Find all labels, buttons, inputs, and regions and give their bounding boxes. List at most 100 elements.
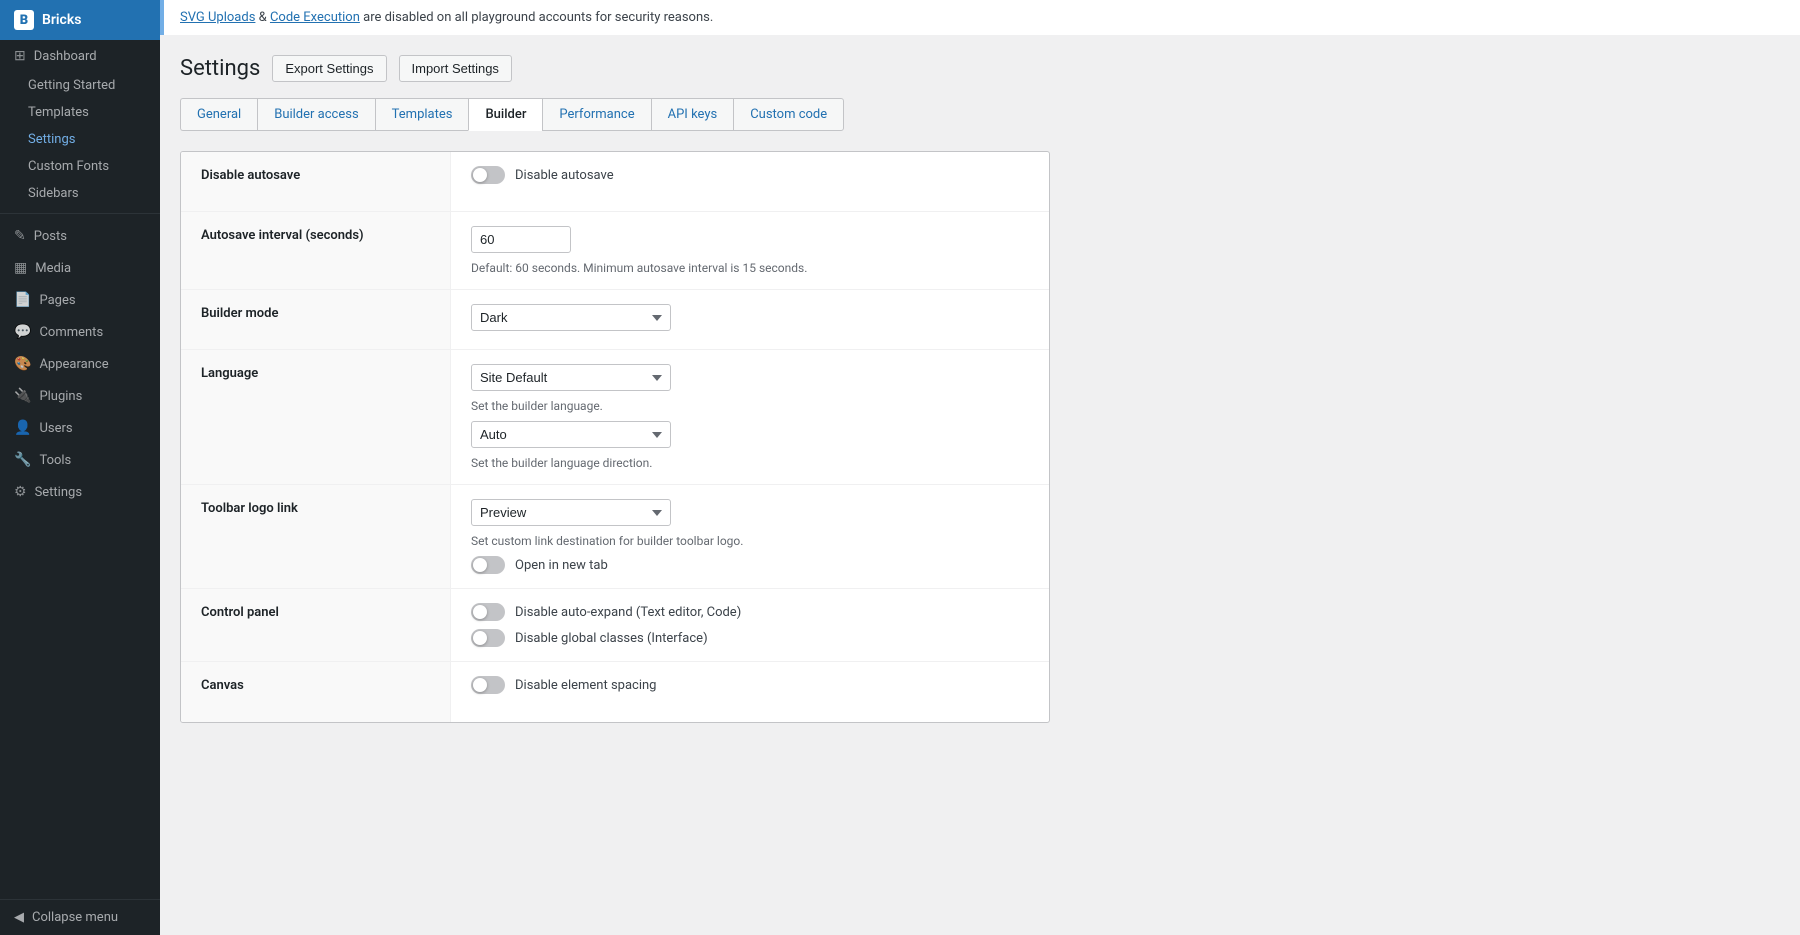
tab-api-keys[interactable]: API keys [651, 98, 734, 131]
tab-builder[interactable]: Builder [468, 98, 542, 131]
sidebar-item-appearance[interactable]: 🎨 Appearance [0, 348, 160, 380]
sidebar-item-label: Posts [34, 229, 67, 244]
sidebar-logo[interactable]: B Bricks [0, 0, 160, 40]
sidebar-logo-text: Bricks [42, 12, 81, 28]
settings-row-language: Language Site Default English French Ger… [181, 350, 1049, 485]
sidebar-item-media[interactable]: ▦ Media [0, 252, 160, 284]
sidebar-item-sidebars[interactable]: Sidebars [0, 180, 160, 207]
settings-label-autosave-interval: Autosave interval (seconds) [181, 212, 451, 289]
notice-bar: SVG Uploads & Code Execution are disable… [160, 0, 1800, 35]
logo-icon: B [14, 10, 34, 30]
sidebar-item-label: Appearance [39, 357, 108, 372]
page-header: Settings Export Settings Import Settings [180, 55, 1780, 82]
disable-autosave-toggle-row: Disable autosave [471, 166, 1029, 184]
disable-auto-expand-toggle[interactable] [471, 603, 505, 621]
media-icon: ▦ [14, 260, 27, 276]
sidebar-item-label: Settings [35, 485, 82, 500]
builder-mode-select[interactable]: Dark Light Auto [471, 304, 671, 331]
disable-element-spacing-row: Disable element spacing [471, 676, 1029, 694]
sidebar-item-plugins[interactable]: 🔌 Plugins [0, 380, 160, 412]
disable-auto-expand-row: Disable auto-expand (Text editor, Code) [471, 603, 1029, 621]
sidebar-item-comments[interactable]: 💬 Comments [0, 316, 160, 348]
code-execution-link[interactable]: Code Execution [270, 10, 360, 25]
sidebar-item-custom-fonts[interactable]: Custom Fonts [0, 153, 160, 180]
settings-label-language: Language [181, 350, 451, 484]
import-settings-button[interactable]: Import Settings [399, 55, 512, 82]
page-title: Settings [180, 56, 260, 81]
appearance-icon: 🎨 [14, 356, 31, 372]
settings-label-control-panel: Control panel [181, 589, 451, 661]
sidebar-item-label: Plugins [39, 389, 82, 404]
settings-control-disable-autosave: Disable autosave [451, 152, 1049, 211]
autosave-interval-hint: Default: 60 seconds. Minimum autosave in… [471, 261, 1029, 275]
sidebar-item-label: Media [35, 261, 71, 276]
settings-icon: ⚙ [14, 484, 27, 500]
posts-icon: ✎ [14, 228, 26, 244]
disable-autosave-toggle[interactable] [471, 166, 505, 184]
settings-label-builder-mode: Builder mode [181, 290, 451, 349]
settings-control-canvas: Disable element spacing [451, 662, 1049, 722]
sidebar-item-tools[interactable]: 🔧 Tools [0, 444, 160, 476]
collapse-label: Collapse menu [32, 910, 118, 925]
collapse-menu-button[interactable]: ◀ Collapse menu [0, 899, 160, 935]
sidebar-item-label: Pages [39, 293, 75, 308]
tab-general[interactable]: General [180, 98, 257, 131]
open-in-new-tab-label: Open in new tab [515, 558, 608, 573]
settings-control-language: Site Default English French German Set t… [451, 350, 1049, 484]
pages-icon: 📄 [14, 292, 31, 308]
open-in-new-tab-row: Open in new tab [471, 556, 1029, 574]
settings-label-disable-autosave: Disable autosave [181, 152, 451, 211]
language-direction-select[interactable]: Auto LTR RTL [471, 421, 671, 448]
disable-element-spacing-toggle[interactable] [471, 676, 505, 694]
autosave-interval-input[interactable] [471, 226, 571, 253]
disable-element-spacing-label: Disable element spacing [515, 678, 656, 693]
sidebar-item-getting-started[interactable]: Getting Started [0, 72, 160, 99]
svg-uploads-link[interactable]: SVG Uploads [180, 10, 255, 25]
main-content: SVG Uploads & Code Execution are disable… [160, 0, 1800, 935]
notice-suffix-text: are disabled on all playground accounts … [363, 10, 713, 25]
settings-control-toolbar-logo-link: Preview Dashboard Custom URL Set custom … [451, 485, 1049, 588]
sidebar-item-dashboard[interactable]: ⊞ Dashboard [0, 40, 160, 72]
tab-custom-code[interactable]: Custom code [733, 98, 844, 131]
settings-label-canvas: Canvas [181, 662, 451, 722]
language-select[interactable]: Site Default English French German [471, 364, 671, 391]
tab-templates[interactable]: Templates [375, 98, 469, 131]
sidebar-item-label: Comments [39, 325, 103, 340]
toolbar-logo-link-select[interactable]: Preview Dashboard Custom URL [471, 499, 671, 526]
sidebar-item-posts[interactable]: ✎ Posts [0, 220, 160, 252]
tabs-bar: General Builder access Templates Builder… [180, 98, 1780, 131]
disable-global-classes-toggle[interactable] [471, 629, 505, 647]
sidebar-item-users[interactable]: 👤 Users [0, 412, 160, 444]
disable-autosave-label: Disable autosave [515, 168, 614, 183]
settings-row-builder-mode: Builder mode Dark Light Auto [181, 290, 1049, 350]
language-hint: Set the builder language. [471, 399, 1029, 413]
settings-control-control-panel: Disable auto-expand (Text editor, Code) … [451, 589, 1049, 661]
sidebar-item-label: Users [39, 421, 72, 436]
export-settings-button[interactable]: Export Settings [272, 55, 386, 82]
dashboard-icon: ⊞ [14, 48, 26, 64]
sidebar: B Bricks ⊞ Dashboard Getting Started Tem… [0, 0, 160, 935]
tab-builder-access[interactable]: Builder access [257, 98, 374, 131]
settings-row-disable-autosave: Disable autosave Disable autosave [181, 152, 1049, 212]
comments-icon: 💬 [14, 324, 31, 340]
settings-row-control-panel: Control panel Disable auto-expand (Text … [181, 589, 1049, 662]
language-direction-hint: Set the builder language direction. [471, 456, 1029, 470]
open-in-new-tab-toggle[interactable] [471, 556, 505, 574]
settings-table: Disable autosave Disable autosave Autosa… [180, 151, 1050, 723]
tools-icon: 🔧 [14, 452, 31, 468]
content-area: Settings Export Settings Import Settings… [160, 35, 1800, 935]
plugins-icon: 🔌 [14, 388, 31, 404]
sidebar-item-templates[interactable]: Templates [0, 99, 160, 126]
sidebar-item-settings-wp[interactable]: ⚙ Settings [0, 476, 160, 508]
users-icon: 👤 [14, 420, 31, 436]
settings-row-autosave-interval: Autosave interval (seconds) Default: 60 … [181, 212, 1049, 290]
tab-performance[interactable]: Performance [542, 98, 650, 131]
notice-middle-text: & [259, 10, 270, 25]
disable-global-classes-label: Disable global classes (Interface) [515, 631, 708, 646]
settings-row-toolbar-logo-link: Toolbar logo link Preview Dashboard Cust… [181, 485, 1049, 589]
settings-control-builder-mode: Dark Light Auto [451, 290, 1049, 349]
toolbar-logo-link-hint: Set custom link destination for builder … [471, 534, 1029, 548]
sidebar-item-settings[interactable]: Settings [0, 126, 160, 153]
sidebar-item-pages[interactable]: 📄 Pages [0, 284, 160, 316]
settings-label-toolbar-logo-link: Toolbar logo link [181, 485, 451, 588]
